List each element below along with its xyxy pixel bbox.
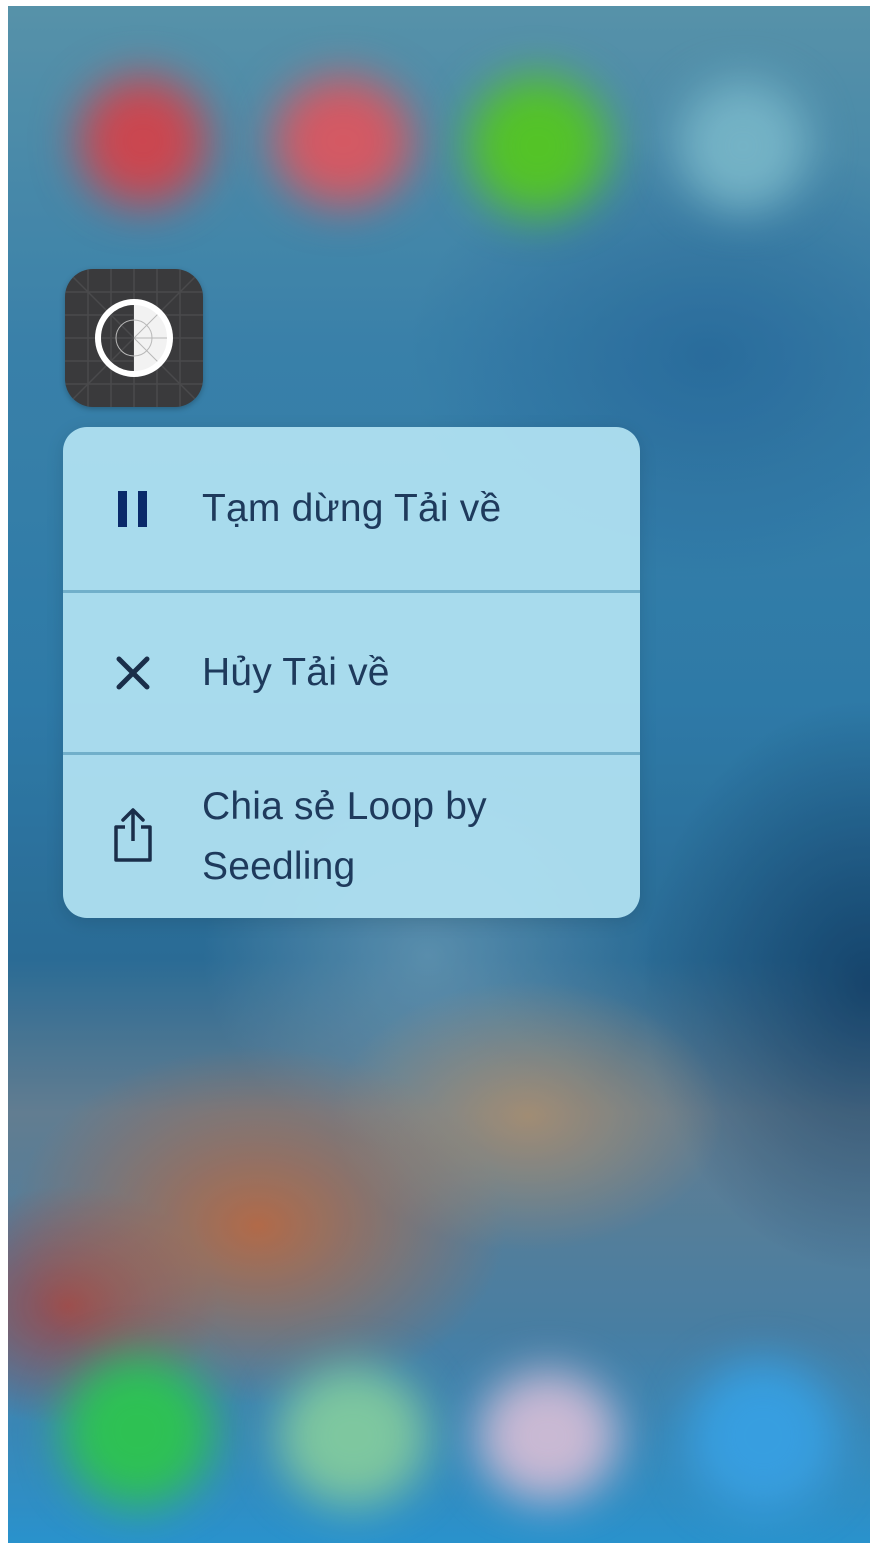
share-icon [111, 807, 155, 863]
share-app-action[interactable]: Chia sẻ Loop by Seedling [63, 755, 640, 918]
close-icon [111, 651, 155, 695]
share-app-label: Chia sẻ Loop by Seedling [202, 785, 487, 888]
loop-by-seedling-app-icon[interactable] [65, 269, 203, 407]
cancel-download-action[interactable]: Hủy Tải về [63, 593, 640, 752]
app-icon-graphic [65, 269, 203, 407]
cancel-download-label: Hủy Tải về [202, 651, 390, 694]
quick-action-menu: Tạm dừng Tải về Hủy Tải về Chia sẻ Loop … [63, 427, 640, 918]
pause-download-action[interactable]: Tạm dừng Tải về [63, 427, 640, 590]
pause-icon [111, 487, 155, 531]
pause-download-label: Tạm dừng Tải về [202, 487, 502, 530]
